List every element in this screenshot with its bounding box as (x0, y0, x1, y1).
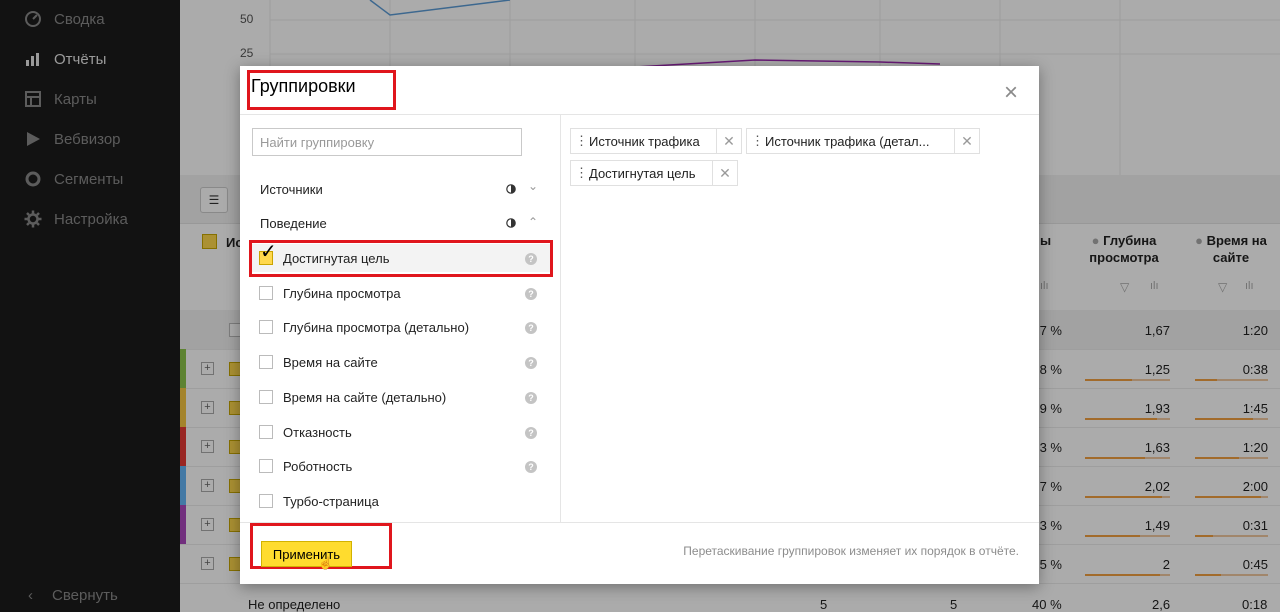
selected-grouping-chip[interactable]: ⋮ Источник трафика (детал... ✕ (746, 128, 980, 154)
close-button[interactable]: × (1001, 81, 1021, 105)
option-label: Отказность (283, 424, 352, 440)
option-label: Роботность (283, 459, 353, 475)
help-icon[interactable]: ? (525, 426, 537, 439)
chip-label: Достигнутая цель (589, 165, 696, 181)
half-circle-icon (506, 182, 516, 194)
drag-handle-icon[interactable]: ⋮ (751, 133, 764, 149)
help-icon[interactable]: ? (525, 391, 537, 404)
drag-handle-icon[interactable]: ⋮ (575, 133, 588, 149)
remove-chip-icon[interactable]: ✕ (954, 129, 979, 153)
grouping-option[interactable]: Время на сайте (детально)? (252, 383, 552, 411)
option-checkbox[interactable] (259, 355, 273, 370)
group-label: Поведение (260, 216, 327, 231)
half-circle-icon (506, 216, 516, 228)
groupings-dialog: Группировки × Источники ⌄ Поведение ⌃ ✓Д… (240, 66, 1039, 584)
chevron-down-icon: ⌄ (528, 179, 539, 193)
remove-chip-icon[interactable]: ✕ (716, 129, 741, 153)
selected-grouping-chip[interactable]: ⋮ Источник трафика ✕ (570, 128, 742, 154)
grouping-search-input[interactable] (252, 128, 522, 156)
help-icon[interactable]: ? (525, 322, 537, 335)
help-icon[interactable]: ? (525, 357, 537, 370)
option-checkbox[interactable] (259, 285, 273, 300)
divider (240, 114, 1039, 115)
close-icon: × (1003, 79, 1018, 106)
selection-highlight-box (249, 240, 553, 277)
grouping-option[interactable]: Турбо-страница (252, 487, 552, 515)
chip-label: Источник трафика (589, 133, 700, 149)
selected-grouping-chip[interactable]: ⋮ Достигнутая цель ✕ (570, 160, 738, 186)
option-checkbox[interactable] (259, 424, 273, 439)
grouping-option[interactable]: Роботность? (252, 452, 552, 480)
group-behavior[interactable]: Поведение ⌃ (260, 213, 545, 235)
option-checkbox[interactable] (259, 389, 273, 404)
help-icon[interactable]: ? (525, 461, 537, 474)
drag-handle-icon[interactable]: ⋮ (575, 165, 588, 181)
divider (560, 115, 561, 522)
option-label: Глубина просмотра (детально) (283, 320, 470, 336)
remove-chip-icon[interactable]: ✕ (712, 161, 737, 185)
dialog-title: Группировки (251, 76, 356, 96)
help-icon[interactable]: ? (525, 287, 537, 300)
group-label: Источники (260, 182, 323, 197)
group-sources[interactable]: Источники ⌄ (260, 179, 545, 201)
option-checkbox[interactable] (259, 320, 273, 335)
option-checkbox[interactable] (259, 493, 273, 508)
hand-cursor-icon: ☝ (318, 556, 333, 570)
reorder-hint: Перетаскивание группировок изменяет их п… (683, 544, 1019, 558)
grouping-option[interactable]: Глубина просмотра? (252, 279, 552, 307)
grouping-option[interactable]: Отказность? (252, 418, 552, 446)
chevron-up-icon: ⌃ (528, 215, 539, 229)
option-label: Время на сайте (детально) (283, 389, 447, 405)
option-checkbox[interactable] (259, 459, 273, 474)
option-label: Время на сайте (283, 355, 378, 371)
option-label: Турбо-страница (283, 493, 379, 509)
option-label: Глубина просмотра (283, 285, 401, 301)
chip-label: Источник трафика (детал... (765, 133, 930, 149)
grouping-option[interactable]: Время на сайте? (252, 348, 552, 376)
grouping-option[interactable]: Глубина просмотра (детально)? (252, 313, 552, 341)
apply-button[interactable]: Применить (261, 541, 352, 567)
